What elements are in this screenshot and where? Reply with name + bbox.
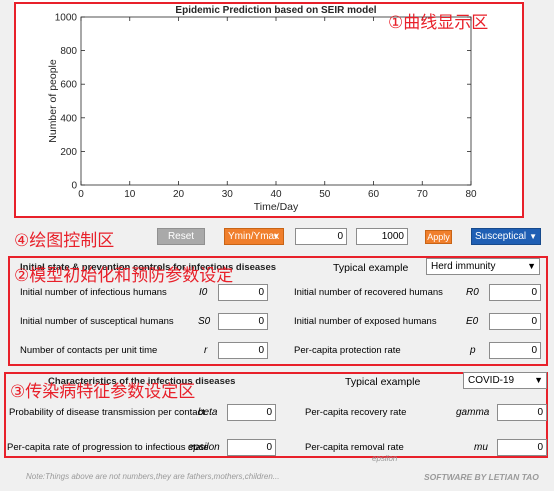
char-typical-label: Typical example bbox=[345, 376, 421, 388]
footer-credit: SOFTWARE BY LETIAN TAO bbox=[424, 472, 539, 482]
gamma-input[interactable]: 0 bbox=[497, 404, 547, 421]
stray-epsilon-label: epsilon bbox=[372, 454, 398, 463]
reset-button[interactable]: Reset bbox=[157, 228, 205, 245]
s0-input[interactable]: 0 bbox=[218, 313, 268, 330]
field-sym-p: p bbox=[470, 345, 476, 356]
field-sym-mu: mu bbox=[474, 442, 488, 453]
chevron-down-icon: ▼ bbox=[534, 375, 543, 385]
field-sym-gamma: gamma bbox=[456, 407, 490, 418]
chevron-down-icon: ▼ bbox=[527, 261, 536, 271]
zone-4-label: ④绘图控制区 bbox=[14, 231, 115, 251]
field-label-mu: Per-capita removal rate bbox=[305, 442, 404, 453]
e0-input[interactable]: 0 bbox=[489, 313, 541, 330]
apply-button[interactable]: Apply bbox=[425, 230, 452, 244]
ymin-ymax-dropdown[interactable]: Ymin/Ymax ▼ bbox=[224, 228, 284, 245]
apply-button-label: Apply bbox=[427, 232, 450, 242]
field-label-r: Number of contacts per unit time bbox=[20, 345, 158, 356]
init-typical-label: Typical example bbox=[333, 262, 409, 274]
series-select-dropdown[interactable]: Susceptical ▼ bbox=[471, 228, 541, 245]
footer-note: Note:Things above are not numbers,they a… bbox=[26, 472, 280, 481]
field-label-epsilon: Per-capita rate of progression to infect… bbox=[7, 442, 209, 453]
ymax-input[interactable]: 1000 bbox=[356, 228, 408, 245]
field-label-gamma: Per-capita recovery rate bbox=[305, 407, 407, 418]
field-sym-r0: R0 bbox=[466, 287, 479, 298]
field-sym-e0: E0 bbox=[466, 316, 479, 327]
beta-input[interactable]: 0 bbox=[227, 404, 276, 421]
epsilon-input[interactable]: 0 bbox=[227, 439, 276, 456]
field-sym-s0: S0 bbox=[198, 316, 211, 327]
field-label-beta: Probability of disease transmission per … bbox=[9, 407, 205, 418]
field-sym-epsilon: epsilon bbox=[188, 442, 220, 453]
field-sym-beta: beta bbox=[198, 407, 218, 418]
series-select-label: Susceptical bbox=[475, 231, 527, 242]
field-label-r0: Initial number of recovered humans bbox=[294, 287, 443, 298]
init-typical-dropdown[interactable]: Herd immunity ▼ bbox=[426, 258, 540, 275]
i0-input[interactable]: 0 bbox=[218, 284, 268, 301]
field-label-i0: Initial number of infectious humans bbox=[20, 287, 167, 298]
field-sym-i0: I0 bbox=[199, 287, 208, 298]
field-label-p: Per-capita protection rate bbox=[294, 345, 401, 356]
zone-3-label: ③传染病特征参数设定区 bbox=[10, 382, 196, 402]
chevron-down-icon: ▼ bbox=[529, 232, 537, 241]
char-typical-dropdown[interactable]: COVID-19 ▼ bbox=[463, 372, 547, 389]
r0-input[interactable]: 0 bbox=[489, 284, 541, 301]
zone-1-border bbox=[14, 2, 524, 218]
contacts-input[interactable]: 0 bbox=[218, 342, 268, 359]
zone-2-label: ②模型初始化和预防参数设定 bbox=[14, 266, 234, 286]
chevron-down-icon: ▼ bbox=[272, 232, 280, 241]
mu-input[interactable]: 0 bbox=[497, 439, 547, 456]
field-sym-r: r bbox=[204, 345, 208, 356]
protection-input[interactable]: 0 bbox=[489, 342, 541, 359]
reset-button-label: Reset bbox=[167, 231, 195, 242]
char-typical-value: COVID-19 bbox=[468, 375, 515, 386]
zone-1-label: ①曲线显示区 bbox=[388, 13, 489, 33]
field-label-e0: Initial number of exposed humans bbox=[294, 316, 437, 327]
init-typical-value: Herd immunity bbox=[431, 261, 496, 272]
field-label-s0: Initial number of susceptical humans bbox=[20, 316, 174, 327]
ymin-input[interactable]: 0 bbox=[295, 228, 347, 245]
